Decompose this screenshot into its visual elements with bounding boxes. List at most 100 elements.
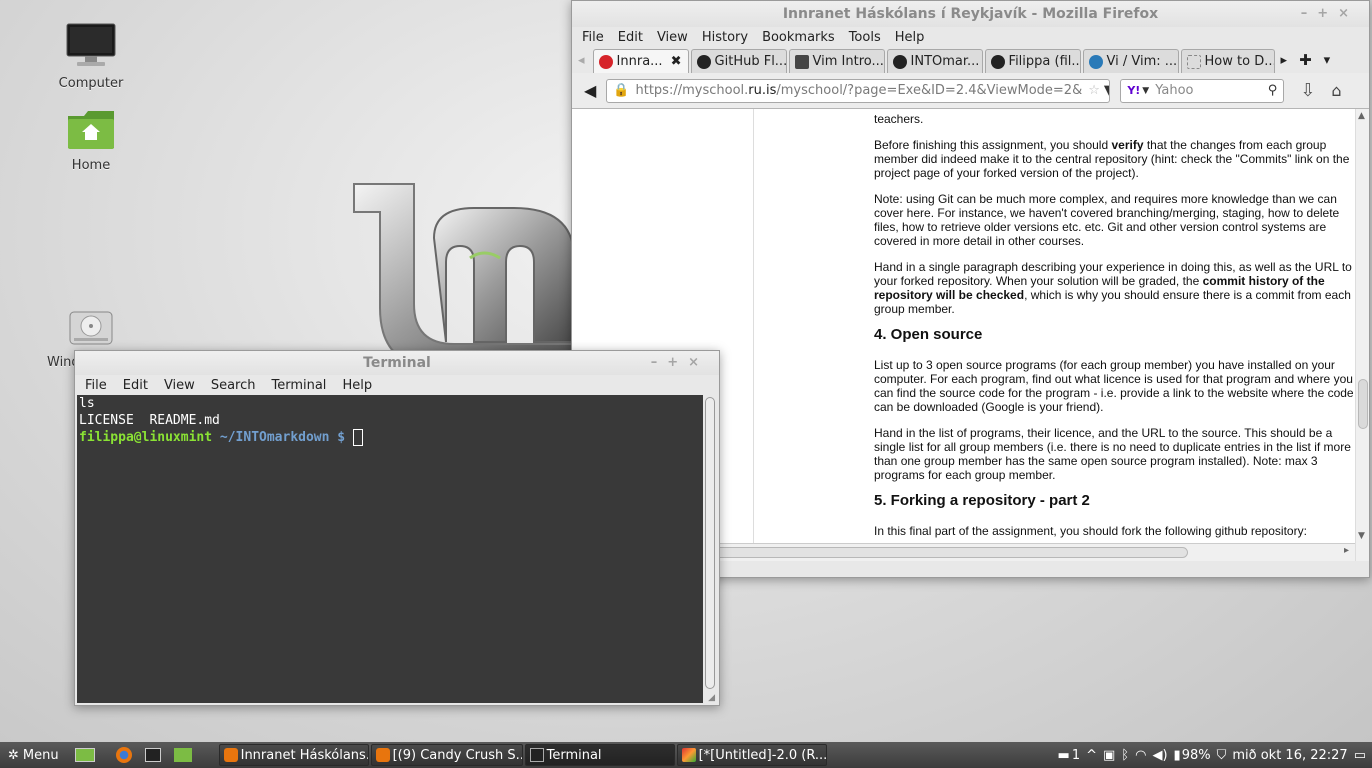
- taskbar-window-candy-crush[interactable]: [(9) Candy Crush S...: [370, 744, 523, 766]
- maximize-icon[interactable]: +: [1317, 6, 1338, 21]
- bookmark-star-icon[interactable]: ☆: [1088, 83, 1100, 98]
- menu-edit[interactable]: Edit: [618, 30, 643, 45]
- search-bar[interactable]: Y! ▼ Yahoo ⚲: [1120, 78, 1285, 103]
- linux-mint-wallpaper-logo: [353, 183, 590, 368]
- tab-github-flow[interactable]: GitHub Fl...: [690, 49, 787, 73]
- prompt-user: filippa@linuxmint: [79, 430, 213, 445]
- terminal-screen[interactable]: ls LICENSE README.md filippa@linuxmint ~/I…: [77, 395, 703, 703]
- back-arrow-icon[interactable]: ◀: [584, 81, 596, 100]
- folder-icon: [173, 748, 192, 762]
- new-tab-icon[interactable]: ✚: [1299, 51, 1312, 69]
- scroll-up-arrow-icon[interactable]: ▲: [1358, 111, 1365, 121]
- menu-view[interactable]: View: [164, 378, 195, 393]
- menu-terminal[interactable]: Terminal: [271, 378, 326, 393]
- window-list-icon[interactable]: ▭: [1354, 748, 1366, 763]
- minimize-icon[interactable]: –: [1301, 6, 1318, 21]
- github-icon: [696, 54, 711, 69]
- tab-how-to[interactable]: How to D...: [1180, 49, 1275, 73]
- menu-bookmarks[interactable]: Bookmarks: [762, 30, 835, 45]
- taskbar-window-gimp[interactable]: [*[Untitled]-2.0 (R...: [676, 744, 827, 766]
- engine-dropdown-icon[interactable]: ▼: [1142, 86, 1149, 96]
- scroll-tabs-right-icon[interactable]: ▸: [1281, 53, 1288, 68]
- firefox-launcher[interactable]: [112, 744, 139, 766]
- text: Before finishing this assignment, you sh…: [874, 138, 1112, 152]
- lock-icon: 🔒: [613, 83, 630, 98]
- close-icon[interactable]: ×: [1338, 6, 1359, 21]
- desktop-icon-computer[interactable]: Computer: [41, 22, 141, 91]
- battery-icon[interactable]: ▮: [1174, 748, 1181, 763]
- downloads-icon[interactable]: ⇩: [1300, 80, 1315, 101]
- clipboard-icon[interactable]: ▣: [1103, 748, 1115, 763]
- tab-innranet[interactable]: Innra... ✖: [592, 49, 689, 73]
- shield-icon[interactable]: ⛉: [1217, 748, 1227, 763]
- chevron-up-icon[interactable]: ^: [1086, 748, 1097, 763]
- menu-view[interactable]: View: [657, 30, 688, 45]
- terminal-launcher[interactable]: [141, 744, 168, 766]
- scroll-down-arrow-icon[interactable]: ▼: [1358, 531, 1365, 541]
- menu-help[interactable]: Help: [342, 378, 372, 393]
- firefox-menubar: File Edit View History Bookmarks Tools H…: [572, 27, 1369, 47]
- chat-icon[interactable]: ▬: [1058, 748, 1070, 763]
- terminal-line: ls: [79, 396, 95, 411]
- tab-vim-intro[interactable]: Vim Intro...: [788, 49, 885, 73]
- bluetooth-icon[interactable]: ᛒ: [1121, 748, 1129, 763]
- search-icon[interactable]: ⚲: [1268, 83, 1278, 98]
- vertical-scroll-thumb[interactable]: [1358, 379, 1368, 429]
- system-tray: ▬ 1 ^ ▣ ᛒ ◠ ◀) ▮ 98% ⛉ mið okt 16, 22:27…: [1052, 742, 1366, 768]
- assignment-article: teachers. Before finishing this assignme…: [874, 109, 1354, 550]
- url-bar[interactable]: 🔒 https://myschool. ru.is/myschool/?page=…: [606, 78, 1111, 103]
- taskbar-window-firefox[interactable]: Innranet Háskólans...: [218, 744, 369, 766]
- taskbar-window-label: [*[Untitled]-2.0 (R...: [698, 747, 827, 763]
- menu-tools[interactable]: Tools: [849, 30, 881, 45]
- wifi-icon[interactable]: ◠: [1135, 748, 1146, 763]
- paragraph-handin-list: Hand in the list of programs, their lice…: [874, 426, 1351, 482]
- desktop-icon-drive[interactable]: Wind: [41, 308, 141, 370]
- paragraph-note: Note: using Git can be much more complex…: [874, 192, 1340, 248]
- menu-file[interactable]: File: [85, 378, 107, 393]
- show-desktop-launcher[interactable]: [71, 744, 102, 766]
- list-all-tabs-icon[interactable]: ▾: [1324, 53, 1331, 68]
- vertical-scrollbar[interactable]: ▲ ▼: [1355, 109, 1369, 561]
- search-placeholder: Yahoo: [1155, 83, 1194, 98]
- terminal-window: Terminal –+× File Edit View Search Termi…: [74, 350, 720, 706]
- tab-label: Filippa (fil...: [1008, 54, 1081, 69]
- resize-grip-icon[interactable]: ◢: [708, 693, 715, 703]
- files-launcher[interactable]: [170, 744, 199, 766]
- menu-history[interactable]: History: [702, 30, 748, 45]
- scroll-tabs-left-icon[interactable]: ◂: [578, 53, 585, 68]
- start-menu-button[interactable]: ✲ Menu: [4, 744, 63, 766]
- home-icon[interactable]: ⌂: [1331, 81, 1341, 100]
- taskbar-window-label: Innranet Háskólans...: [240, 747, 369, 763]
- menu-file[interactable]: File: [582, 30, 604, 45]
- tab-intomarkdown[interactable]: INTOmar...: [886, 49, 983, 73]
- yahoo-engine-icon[interactable]: Y!: [1127, 84, 1140, 97]
- taskbar-window-label: [(9) Candy Crush S...: [392, 747, 523, 763]
- volume-icon[interactable]: ◀): [1152, 748, 1167, 763]
- firefox-titlebar[interactable]: Innranet Háskólans í Reykjavík - Mozilla…: [572, 1, 1369, 27]
- menu-search[interactable]: Search: [211, 378, 256, 393]
- menu-edit[interactable]: Edit: [123, 378, 148, 393]
- desktop-icon-home[interactable]: Home: [41, 108, 141, 173]
- close-icon[interactable]: ×: [688, 355, 709, 370]
- tab-label: INTOmar...: [910, 54, 980, 69]
- maximize-icon[interactable]: +: [667, 355, 688, 370]
- terminal-titlebar[interactable]: Terminal –+×: [75, 351, 719, 375]
- desktop-icon-label: Computer: [58, 76, 124, 91]
- paragraph-list-programs: List up to 3 open source programs (for e…: [874, 358, 1354, 414]
- taskbar-window-terminal[interactable]: Terminal: [524, 744, 675, 766]
- window-title: Innranet Háskólans í Reykjavík - Mozilla…: [782, 6, 1159, 22]
- notification-count[interactable]: 1: [1072, 748, 1080, 763]
- scroll-right-arrow-icon[interactable]: ▸: [1344, 545, 1349, 556]
- history-dropdown-icon[interactable]: ▼: [1104, 83, 1109, 98]
- minimize-icon[interactable]: –: [651, 355, 668, 370]
- navigation-toolbar: ◀ 🔒 https://myschool. ru.is/myschool/?pag…: [572, 73, 1369, 109]
- hard-drive-icon: [69, 311, 113, 345]
- firefox-icon: [115, 747, 132, 763]
- tab-label: GitHub Fl...: [714, 54, 787, 69]
- close-tab-icon[interactable]: ✖: [671, 54, 682, 69]
- tab-vi-vim[interactable]: Vi / Vim: ...: [1082, 49, 1179, 73]
- tab-filippa[interactable]: Filippa (fil...: [984, 49, 1081, 73]
- terminal-scrollbar[interactable]: [705, 397, 715, 689]
- clock[interactable]: mið okt 16, 22:27: [1232, 748, 1347, 763]
- menu-help[interactable]: Help: [895, 30, 925, 45]
